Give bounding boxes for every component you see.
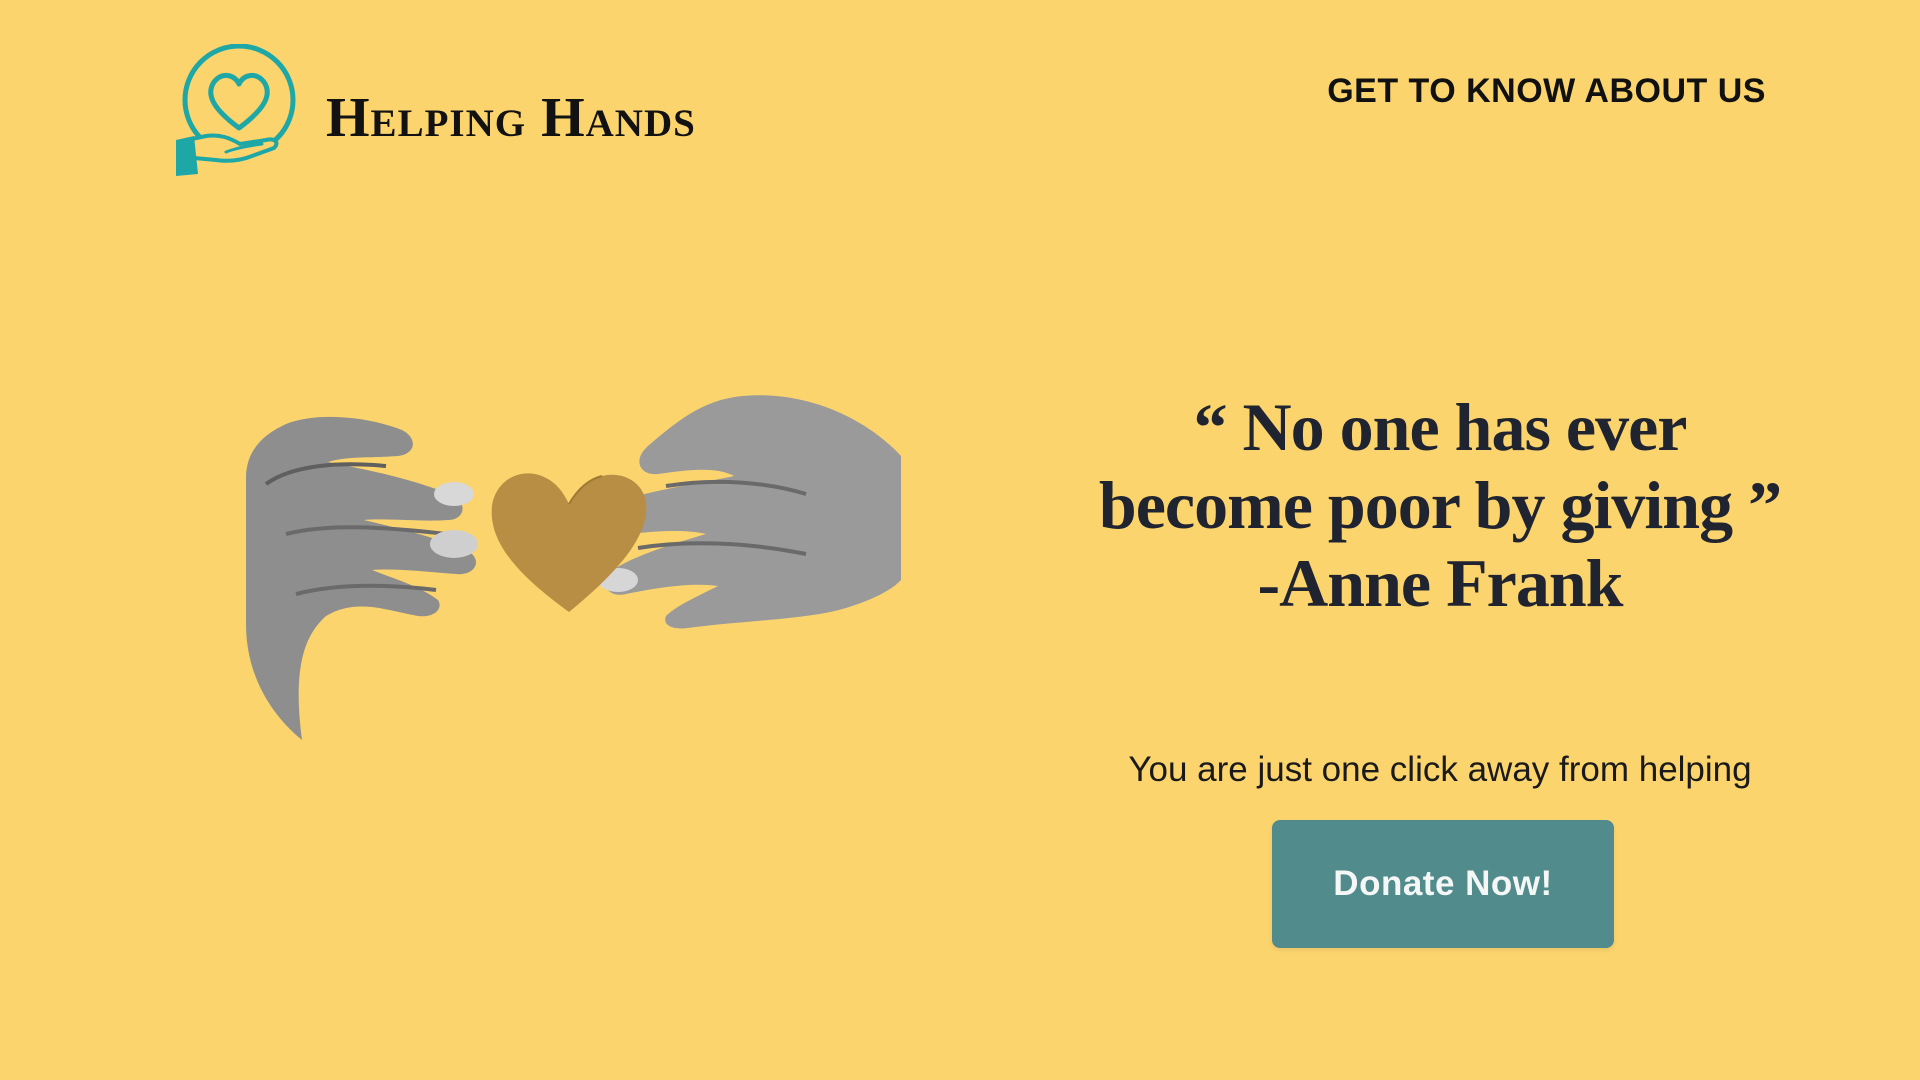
- heart-in-hand-icon: [176, 44, 296, 176]
- hands-holding-heart-icon: [246, 395, 901, 740]
- quote-block: “ No one has ever become poor by giving …: [1040, 388, 1840, 622]
- brand-home-link[interactable]: Helping Hands: [176, 44, 696, 176]
- cta-caption: You are just one click away from helping: [1128, 750, 1752, 789]
- quote-line-1: “ No one has ever: [1193, 389, 1688, 465]
- donate-now-button[interactable]: Donate Now!: [1272, 820, 1614, 948]
- brand-name: Helping Hands: [326, 87, 696, 149]
- about-us-nav-link[interactable]: GET TO KNOW ABOUT US: [1327, 72, 1766, 111]
- quote-line-2: become poor by giving ”: [1098, 467, 1782, 543]
- quote-author: -Anne Frank: [1257, 545, 1624, 621]
